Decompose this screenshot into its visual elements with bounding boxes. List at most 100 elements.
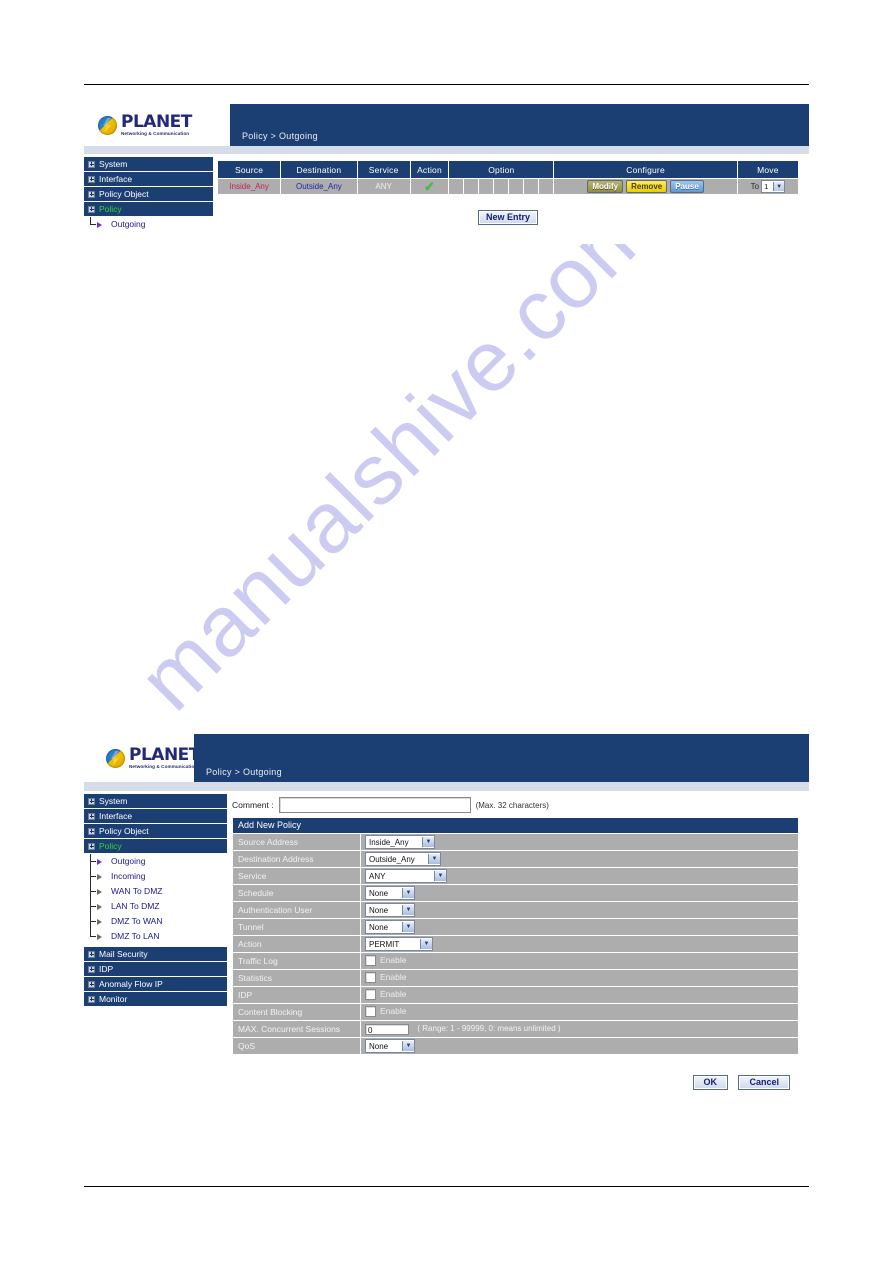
sidebar-subitem-label: WAN To DMZ [111, 886, 163, 896]
modify-button[interactable]: Modify [587, 180, 624, 193]
form-row-qos: QoS None ▼ [232, 1037, 799, 1055]
qos-select[interactable]: None ▼ [365, 1039, 415, 1053]
sidebar-item-system[interactable]: System [84, 794, 227, 808]
expand-plus-icon [88, 842, 95, 850]
table-header-row: Source Destination Service Action Option… [216, 160, 800, 179]
sidebar-item-dmz-to-lan[interactable]: DMZ To LAN [90, 929, 227, 944]
sidebar-item-system[interactable]: System [84, 157, 213, 171]
arrow-right-icon [97, 888, 108, 895]
check-icon: ✓ [424, 179, 435, 194]
sidebar-item-policy-object[interactable]: Policy Object [84, 187, 213, 201]
max-concurrent-sessions-hint: ( Range: 1 - 99999, 0: means unlimited ) [417, 1024, 561, 1034]
expand-plus-icon [88, 797, 95, 805]
header-title-bar: Policy > Outgoing [230, 104, 809, 146]
sidebar-subitem-label: Incoming [111, 871, 146, 881]
sidebar-item-policy[interactable]: Policy [84, 839, 227, 853]
field-tunnel: None ▼ [360, 918, 799, 936]
move-position-select[interactable]: 1 ▼ [761, 180, 786, 193]
tunnel-select[interactable]: None ▼ [365, 920, 415, 934]
sidebar-item-monitor[interactable]: Monitor [84, 992, 227, 1006]
chevron-down-icon: ▼ [420, 939, 432, 949]
brand-tagline: Networking & Communication [129, 763, 198, 769]
sidebar-item-policy-object[interactable]: Policy Object [84, 824, 227, 838]
pause-button[interactable]: Pause [670, 180, 704, 193]
statistics-checkbox-label: Enable [380, 972, 407, 982]
comment-input[interactable] [278, 797, 471, 813]
cancel-button[interactable]: Cancel [738, 1075, 790, 1090]
sidebar-item-label: Policy [99, 204, 122, 214]
sidebar-item-incoming[interactable]: Incoming [90, 869, 227, 884]
content-blocking-checkbox-wrap[interactable]: Enable [365, 1005, 407, 1017]
content-blocking-checkbox[interactable] [365, 1005, 376, 1017]
sidebar-item-wan-to-dmz[interactable]: WAN To DMZ [90, 884, 227, 899]
expand-plus-icon [88, 980, 95, 988]
sidebar-item-outgoing[interactable]: Outgoing [90, 217, 213, 232]
form-row-traffic-log: Traffic Log Enable [232, 952, 799, 970]
form-row-schedule: Schedule None ▼ [232, 884, 799, 902]
cell-action: ✓ [409, 178, 450, 195]
expand-plus-icon [88, 995, 95, 1003]
form-row-source-address: Source Address Inside_Any ▼ [232, 833, 799, 851]
planet-globe-icon [98, 115, 117, 135]
label-idp: IDP [232, 986, 361, 1004]
statistics-checkbox[interactable] [365, 971, 376, 983]
header-subbar [84, 146, 809, 154]
statistics-checkbox-wrap[interactable]: Enable [365, 971, 407, 983]
option-subcell [464, 179, 480, 194]
chevron-down-icon: ▼ [428, 854, 440, 864]
destination-address-select[interactable]: Outside_Any ▼ [365, 852, 441, 866]
sidebar-item-lan-to-dmz[interactable]: LAN To DMZ [90, 899, 227, 914]
max-concurrent-sessions-input[interactable]: 0 [365, 1023, 409, 1035]
traffic-log-checkbox-wrap[interactable]: Enable [365, 954, 406, 966]
arrow-right-icon [97, 933, 108, 940]
action-select[interactable]: PERMIT ▼ [365, 937, 433, 951]
sidebar-subitem-label: DMZ To WAN [111, 916, 163, 926]
remove-button[interactable]: Remove [626, 180, 668, 193]
content-blocking-checkbox-label: Enable [380, 1006, 407, 1016]
source-address-select[interactable]: Inside_Any ▼ [365, 835, 435, 849]
table-row: Inside_Any Outside_Any ANY ✓ Modify Remo… [216, 178, 800, 195]
chevron-down-icon: ▼ [402, 888, 414, 898]
expand-plus-icon [88, 827, 95, 835]
label-content-blocking: Content Blocking [232, 1003, 361, 1021]
label-source-address: Source Address [232, 833, 361, 851]
authentication-user-select[interactable]: None ▼ [365, 903, 415, 917]
option-subcell [509, 179, 525, 194]
label-schedule: Schedule [232, 884, 361, 902]
sidebar-item-interface[interactable]: Interface [84, 809, 227, 823]
idp-checkbox[interactable] [365, 988, 376, 1000]
sidebar-item-policy[interactable]: Policy [84, 202, 213, 216]
sidebar-item-mail-security[interactable]: Mail Security [84, 947, 227, 961]
sidebar-item-dmz-to-wan[interactable]: DMZ To WAN [90, 914, 227, 929]
chevron-down-icon: ▼ [402, 922, 414, 932]
form-actions: OK Cancel [232, 1055, 799, 1090]
sidebar-item-outgoing[interactable]: Outgoing [90, 854, 227, 869]
ok-button[interactable]: OK [692, 1075, 729, 1090]
app-body: System Interface Policy Object Policy Ou… [84, 154, 809, 232]
form-row-idp: IDP Enable [232, 986, 799, 1004]
tunnel-value: None [369, 922, 389, 932]
expand-plus-icon [88, 160, 95, 168]
schedule-select[interactable]: None ▼ [365, 886, 415, 900]
field-service: ANY ▼ [360, 867, 799, 885]
page-footer-rule [84, 1186, 809, 1187]
sidebar-item-interface[interactable]: Interface [84, 172, 213, 186]
form-row-authentication-user: Authentication User None ▼ [232, 901, 799, 919]
new-entry-button[interactable]: New Entry [477, 210, 538, 225]
traffic-log-checkbox[interactable] [365, 954, 376, 966]
sidebar-subitem-label: Outgoing [111, 856, 146, 866]
comment-hint: (Max. 32 characters) [475, 800, 549, 810]
sidebar-item-label: IDP [99, 964, 114, 974]
idp-checkbox-wrap[interactable]: Enable [365, 988, 406, 1000]
sidebar-item-anomaly-flow-ip[interactable]: Anomaly Flow IP [84, 977, 227, 991]
sidebar-subitem-label: Outgoing [111, 219, 146, 229]
form-row-statistics: Statistics Enable [232, 969, 799, 987]
service-select[interactable]: ANY ▼ [365, 869, 447, 883]
policy-outgoing-list-screenshot: PLANET Networking & Communication Policy… [84, 104, 809, 244]
expand-plus-icon [88, 965, 95, 973]
arrow-right-icon [97, 858, 108, 865]
sidebar-item-idp[interactable]: IDP [84, 962, 227, 976]
sidebar-item-label: Interface [99, 811, 133, 821]
sidebar-item-label: Policy Object [99, 189, 149, 199]
cell-source: Inside_Any [216, 178, 282, 195]
